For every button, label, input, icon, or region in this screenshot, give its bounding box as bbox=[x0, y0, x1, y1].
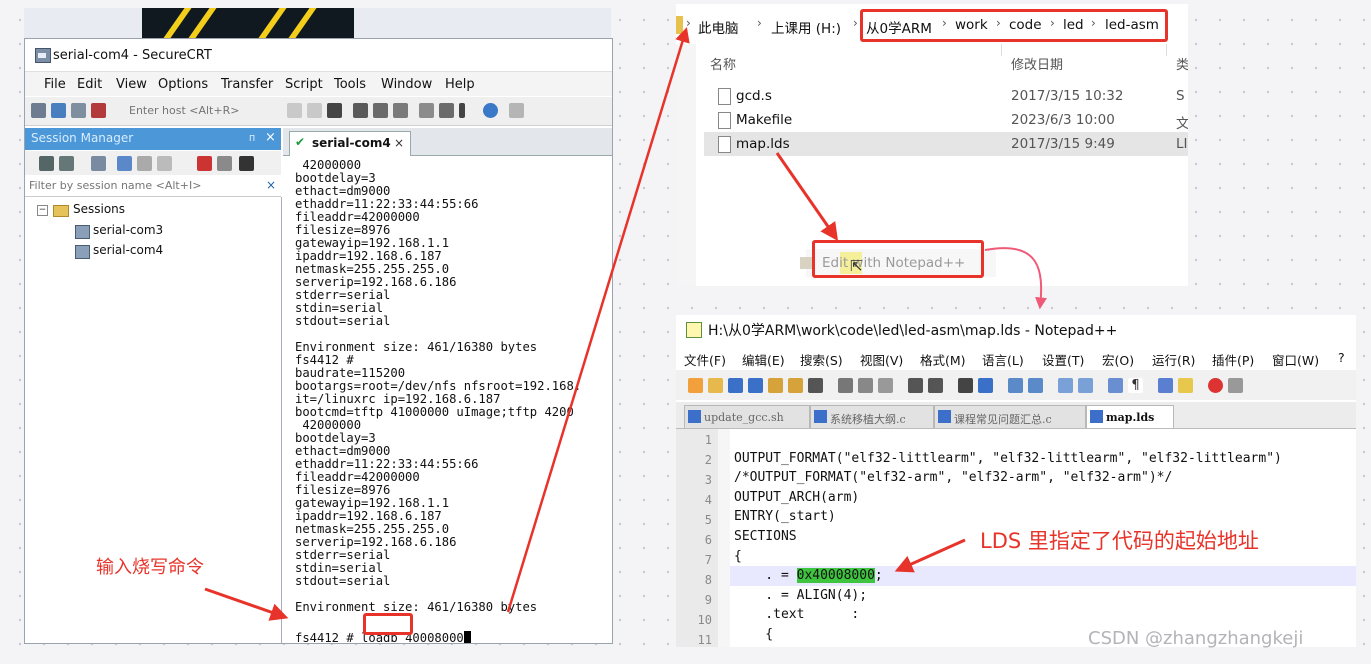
edit-with-notepadpp-highlight-box bbox=[812, 240, 984, 278]
annotation-burn-command: 输入烧写命令 bbox=[96, 557, 204, 578]
arrow-note-to-address bbox=[894, 538, 966, 573]
arrow-to-loadb bbox=[204, 587, 289, 621]
annotation-lds-start-address: LDS 里指定了代码的起始地址 bbox=[980, 529, 1259, 553]
watermark: CSDN @zhangzhangkeji bbox=[1088, 628, 1304, 649]
arrow-menu-to-notepad bbox=[984, 247, 1047, 310]
arrow-loadb-to-explorer bbox=[506, 27, 690, 613]
arrow-file-to-menu bbox=[775, 152, 839, 241]
loadb-highlight-box bbox=[363, 613, 413, 635]
breadcrumb-highlight-box bbox=[860, 9, 1168, 42]
annotation-arrows bbox=[204, 27, 1047, 621]
